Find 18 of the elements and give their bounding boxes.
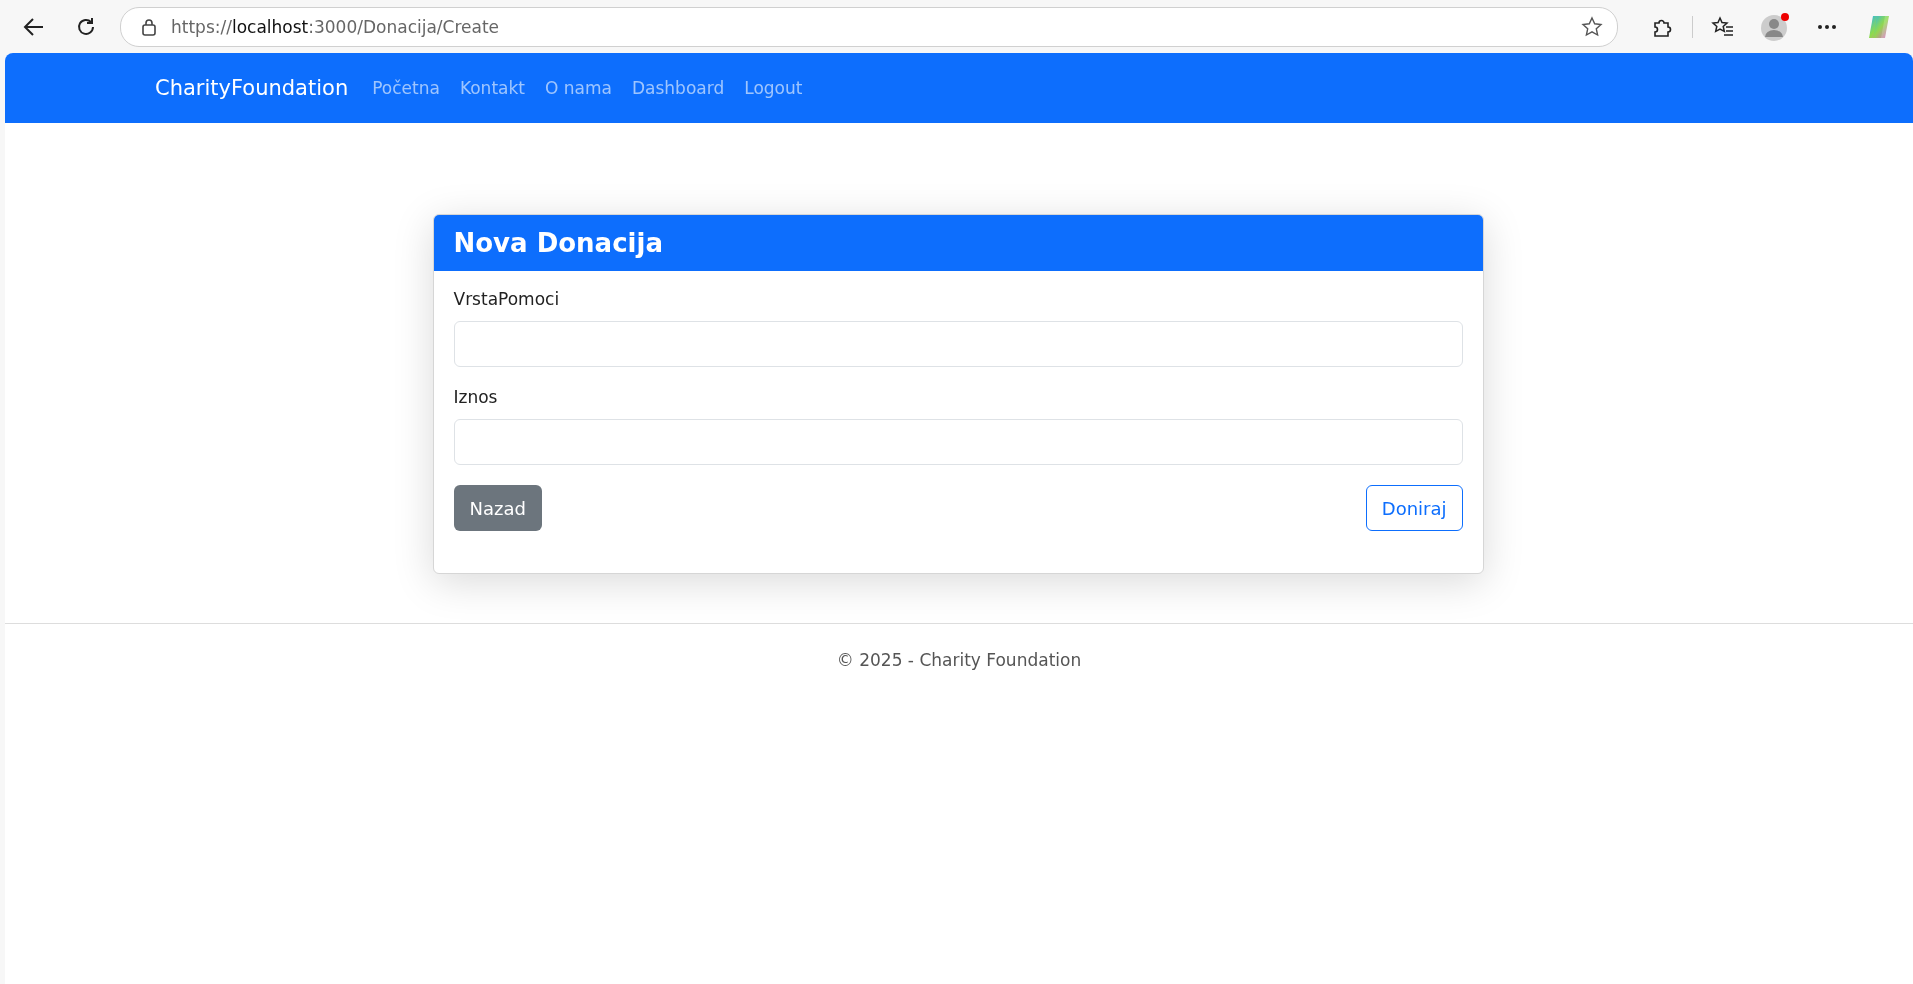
- lock-icon: [141, 17, 157, 36]
- donate-button[interactable]: Doniraj: [1365, 485, 1463, 531]
- card-title: Nova Donacija: [433, 215, 1483, 271]
- input-field[interactable]: [453, 321, 1463, 367]
- nav-link[interactable]: Logout: [744, 78, 803, 98]
- input-field[interactable]: [453, 419, 1463, 465]
- url-text: https://localhost:3000/Donacija/Create: [171, 16, 501, 37]
- field-label: VrstaPomoci: [453, 289, 560, 309]
- nav-link[interactable]: Početna: [372, 78, 440, 98]
- address-bar[interactable]: https://localhost:3000/Donacija/Create: [120, 6, 1618, 47]
- back-button[interactable]: Nazad: [453, 485, 542, 531]
- brand-link[interactable]: CharityFoundation: [155, 76, 349, 100]
- star-icon[interactable]: [1581, 15, 1603, 38]
- field-label: Iznos: [453, 387, 498, 407]
- nav-link[interactable]: O nama: [545, 78, 612, 98]
- nav-link[interactable]: Kontakt: [459, 78, 525, 98]
- nav-link[interactable]: Dashboard: [631, 78, 725, 98]
- footer-text: © 2025 - Charity Foundation: [836, 650, 1082, 670]
